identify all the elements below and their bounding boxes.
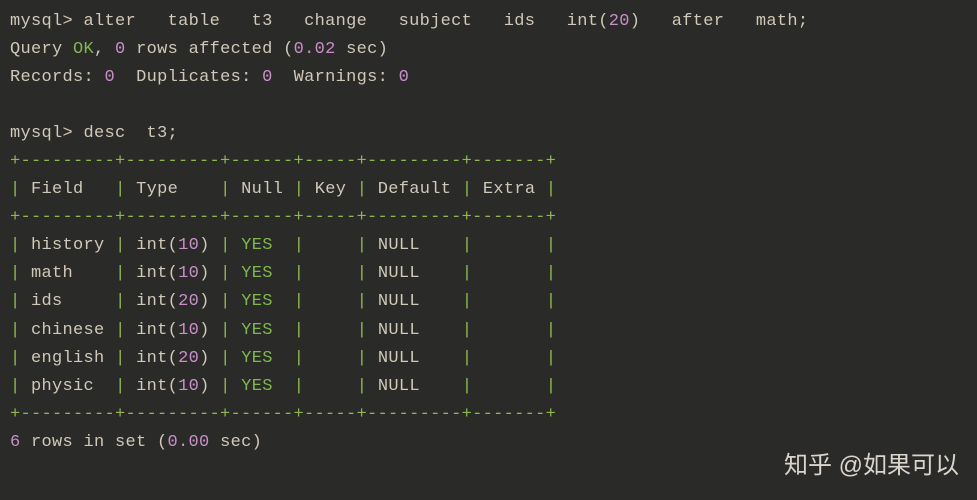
cell-default: NULL [378, 377, 452, 396]
cell-extra [483, 349, 536, 368]
cell-field: english [31, 349, 105, 368]
cell-null: YES [241, 292, 283, 311]
cell-default: NULL [378, 349, 452, 368]
cell-default: NULL [378, 236, 452, 255]
col-default: Default [378, 180, 452, 199]
table-header-row: | Field | Type | Null | Key | Default | … [10, 176, 967, 204]
cell-null: YES [241, 236, 283, 255]
cell-key [315, 292, 347, 311]
table-border-mid: +---------+---------+------+-----+------… [10, 204, 967, 232]
records-summary-line: Records: 0 Duplicates: 0 Warnings: 0 [10, 64, 967, 92]
col-type: Type [136, 180, 178, 199]
cell-default: NULL [378, 264, 452, 283]
cell-null: YES [241, 349, 283, 368]
mysql-prompt: mysql> [10, 124, 73, 143]
cell-extra [483, 377, 536, 396]
cell-type: int(20) [136, 292, 210, 311]
command-line-2: mysql> desc t3; [10, 120, 967, 148]
table-border-bottom: +---------+---------+------+-----+------… [10, 401, 967, 429]
cell-type: int(10) [136, 377, 210, 396]
mysql-prompt: mysql> [10, 12, 73, 31]
table-row: | physic | int(10) | YES | | NULL | | [10, 373, 967, 401]
cell-key [315, 264, 347, 283]
table-border-top: +---------+---------+------+-----+------… [10, 148, 967, 176]
table-row: | chinese | int(10) | YES | | NULL | | [10, 317, 967, 345]
cell-field: math [31, 264, 105, 283]
cell-type: int(20) [136, 349, 210, 368]
cell-extra [483, 236, 536, 255]
table-row: | math | int(10) | YES | | NULL | | [10, 260, 967, 288]
cell-default: NULL [378, 321, 452, 340]
table-body: | history | int(10) | YES | | NULL | || … [10, 232, 967, 400]
cell-field: ids [31, 292, 105, 311]
cell-extra [483, 292, 536, 311]
ok-status: OK [73, 40, 94, 59]
query-result-line: Query OK, 0 rows affected (0.02 sec) [10, 36, 967, 64]
col-null: Null [241, 180, 283, 199]
cell-key [315, 236, 347, 255]
col-key: Key [315, 180, 347, 199]
command-line-1: mysql> alter table t3 change subject ids… [10, 8, 967, 36]
cell-extra [483, 264, 536, 283]
sql-command-2: desc t3; [73, 124, 178, 143]
cell-type: int(10) [136, 321, 210, 340]
cell-field: history [31, 236, 105, 255]
col-extra: Extra [483, 180, 536, 199]
cell-extra [483, 321, 536, 340]
cell-null: YES [241, 377, 283, 396]
cell-type: int(10) [136, 236, 210, 255]
cell-key [315, 349, 347, 368]
table-row: | ids | int(20) | YES | | NULL | | [10, 288, 967, 316]
cell-null: YES [241, 264, 283, 283]
cell-field: chinese [31, 321, 105, 340]
sql-command-1: alter table t3 change subject ids int(20… [73, 12, 808, 31]
cell-type: int(10) [136, 264, 210, 283]
col-field: Field [31, 180, 84, 199]
cell-null: YES [241, 321, 283, 340]
cell-field: physic [31, 377, 105, 396]
table-row: | history | int(10) | YES | | NULL | | [10, 232, 967, 260]
watermark: 知乎 @如果可以 [784, 446, 959, 486]
cell-default: NULL [378, 292, 452, 311]
cell-key [315, 377, 347, 396]
cell-key [315, 321, 347, 340]
table-row: | english | int(20) | YES | | NULL | | [10, 345, 967, 373]
blank-line [10, 92, 967, 120]
